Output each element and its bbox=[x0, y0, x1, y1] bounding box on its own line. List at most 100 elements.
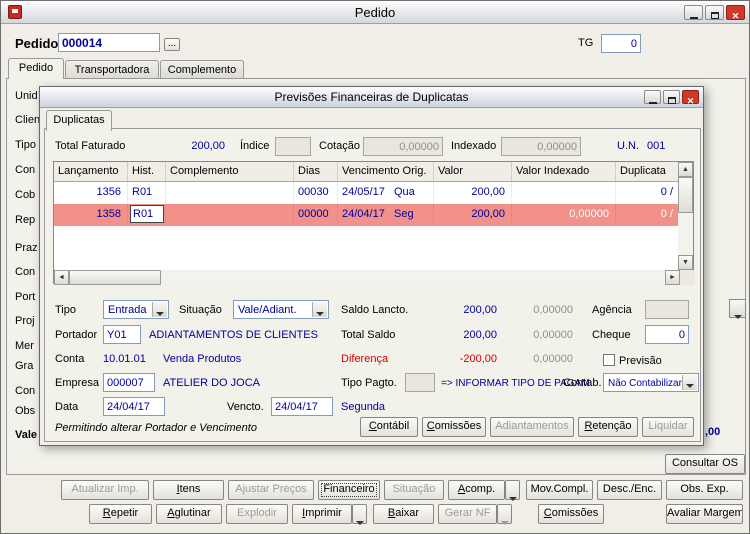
empresa-code-input[interactable] bbox=[103, 373, 155, 392]
tipo-pagto-label: Tipo Pagto. bbox=[341, 377, 397, 389]
close-button[interactable]: ✕ bbox=[726, 5, 745, 20]
retencao-button[interactable]: Retenção bbox=[578, 417, 638, 437]
col-lancamento: Lançamento bbox=[54, 162, 128, 181]
window-titlebar: Pedido ✕ bbox=[1, 1, 749, 24]
mov-compl-button[interactable]: Mov.Compl. bbox=[526, 480, 593, 500]
minimize-button[interactable] bbox=[684, 5, 703, 20]
dropdown-arrow-icon[interactable] bbox=[682, 375, 697, 390]
order-number-input[interactable] bbox=[58, 33, 160, 52]
portador-code-input[interactable] bbox=[103, 325, 141, 344]
scroll-up-button[interactable]: ▲ bbox=[678, 162, 693, 177]
dropdown-arrow-icon bbox=[734, 315, 742, 319]
dialog-titlebar: Previsões Financeiras de Duplicatas ✕ bbox=[40, 87, 703, 108]
grid-row-1356[interactable]: 1356 R01 00030 24/05/17Qua 200,00 0 / bbox=[54, 182, 680, 204]
itens-button[interactable]: Itens bbox=[153, 480, 224, 500]
field-label-grade: Gra bbox=[15, 360, 33, 372]
tipo-combo[interactable]: Entrada bbox=[103, 300, 169, 319]
conta-desc: Venda Produtos bbox=[163, 353, 241, 365]
horizontal-scroll-thumb[interactable] bbox=[69, 270, 161, 285]
diferenca-indexado: 0,00000 bbox=[507, 353, 573, 365]
field-label-prazo: Praz bbox=[15, 242, 38, 254]
contabil-button[interactable]: Contábil bbox=[360, 417, 418, 437]
contab-combo[interactable]: Não Contabilizar bbox=[603, 373, 699, 392]
field-label-condicao: Con bbox=[15, 164, 35, 176]
tg-input[interactable] bbox=[601, 34, 641, 53]
indice-input bbox=[275, 137, 311, 156]
imprimir-button[interactable]: Imprimir bbox=[292, 504, 352, 524]
acomp-button[interactable]: Acomp. bbox=[448, 480, 505, 500]
vencto-weekday: Segunda bbox=[341, 401, 385, 413]
total-faturado-value: 200,00 bbox=[155, 140, 225, 152]
scroll-down-icon: ▼ bbox=[682, 259, 689, 266]
dropdown-arrow-icon[interactable] bbox=[152, 302, 167, 317]
previsao-checkbox[interactable] bbox=[603, 354, 615, 366]
situacao-button: Situação bbox=[384, 480, 444, 500]
cell-valor-indexado: 0,00000 bbox=[512, 204, 616, 226]
field-label-cobranca: Cob bbox=[15, 189, 35, 201]
dialog-close-button[interactable]: ✕ bbox=[682, 90, 699, 104]
empresa-desc: ATELIER DO JOCA bbox=[163, 377, 260, 389]
combo-fragment-button[interactable] bbox=[729, 299, 746, 318]
field-label-portador: Port bbox=[15, 291, 35, 303]
maximize-button[interactable] bbox=[705, 5, 724, 20]
hist-cell-editor[interactable] bbox=[130, 205, 164, 223]
desc-enc-button[interactable]: Desc./Enc. bbox=[597, 480, 662, 500]
duplicatas-grid: Lançamento Hist. Complemento Dias Vencim… bbox=[53, 161, 694, 284]
baixar-button[interactable]: Baixar bbox=[373, 504, 434, 524]
gerar-nf-dropdown-button bbox=[497, 504, 512, 524]
consultar-os-button[interactable]: Consultar OS bbox=[665, 454, 745, 474]
dialog-maximize-button[interactable] bbox=[663, 90, 680, 104]
tipo-pagto-input[interactable] bbox=[405, 373, 435, 392]
portador-desc: ADIANTAMENTOS DE CLIENTES bbox=[149, 329, 318, 341]
col-valor-indexado: Valor Indexado bbox=[512, 162, 616, 181]
vencto-input[interactable] bbox=[271, 397, 333, 416]
minimize-icon bbox=[649, 102, 657, 104]
situacao-combo[interactable]: Vale/Adiant. bbox=[233, 300, 329, 319]
dropdown-arrow-icon bbox=[356, 521, 364, 525]
avaliar-margem-button[interactable]: Avaliar Margem bbox=[666, 504, 743, 524]
vertical-scroll-thumb[interactable] bbox=[678, 177, 693, 213]
dropdown-arrow-icon[interactable] bbox=[312, 302, 327, 317]
indexado-label: Indexado bbox=[451, 140, 496, 152]
financeiro-button[interactable]: Financeiro bbox=[318, 480, 380, 500]
tab-pedido[interactable]: Pedido bbox=[8, 58, 64, 79]
scroll-down-button[interactable]: ▼ bbox=[678, 255, 693, 270]
tipo-value: Entrada bbox=[108, 304, 147, 316]
scroll-left-button[interactable]: ◄ bbox=[54, 270, 69, 285]
total-saldo-label: Total Saldo bbox=[341, 329, 395, 341]
close-icon: ✕ bbox=[732, 11, 740, 21]
cell-lancamento: 1356 bbox=[54, 182, 128, 204]
data-input[interactable] bbox=[103, 397, 165, 416]
dialog-minimize-button[interactable] bbox=[644, 90, 661, 104]
empresa-label: Empresa bbox=[55, 377, 99, 389]
comissoes-dialog-button[interactable]: Comissões bbox=[422, 417, 486, 437]
col-complemento: Complemento bbox=[166, 162, 294, 181]
acomp-dropdown-button[interactable] bbox=[505, 480, 520, 500]
dropdown-arrow-icon bbox=[501, 521, 509, 525]
scroll-right-button[interactable]: ► bbox=[665, 270, 680, 285]
order-lookup-button[interactable]: ... bbox=[164, 38, 180, 51]
liquidar-button: Liquidar bbox=[642, 417, 694, 437]
minimize-icon bbox=[690, 17, 698, 19]
cell-weekday: Seg bbox=[394, 208, 414, 220]
cell-valor: 200,00 bbox=[434, 182, 512, 204]
aglutinar-button[interactable]: Aglutinar bbox=[156, 504, 222, 524]
repetir-button[interactable]: Repetir bbox=[89, 504, 152, 524]
total-saldo-indexado: 0,00000 bbox=[507, 329, 573, 341]
dialog-note: Permitindo alterar Portador e Vencimento bbox=[55, 422, 257, 434]
obs-exp-button[interactable]: Obs. Exp. bbox=[666, 480, 743, 500]
imprimir-dropdown-button[interactable] bbox=[352, 504, 367, 524]
dropdown-arrow-icon bbox=[509, 497, 517, 501]
tipo-label: Tipo bbox=[55, 304, 76, 316]
cheque-input[interactable] bbox=[645, 325, 689, 344]
saldo-lancto-value: 200,00 bbox=[425, 304, 497, 316]
tab-complemento[interactable]: Complemento bbox=[160, 60, 244, 78]
field-label-tipo: Tipo bbox=[15, 139, 36, 151]
tab-transportadora[interactable]: Transportadora bbox=[65, 60, 159, 78]
tab-duplicatas[interactable]: Duplicatas bbox=[46, 110, 112, 131]
vencto-label: Vencto. bbox=[227, 401, 264, 413]
grid-row-1358-selected[interactable]: 1358 00000 24/04/17Seg 200,00 0,00000 0 … bbox=[54, 204, 680, 226]
field-label-unidade: Unid bbox=[15, 90, 38, 102]
comissoes-button[interactable]: Comissões bbox=[538, 504, 604, 524]
cell-weekday: Qua bbox=[394, 186, 415, 198]
